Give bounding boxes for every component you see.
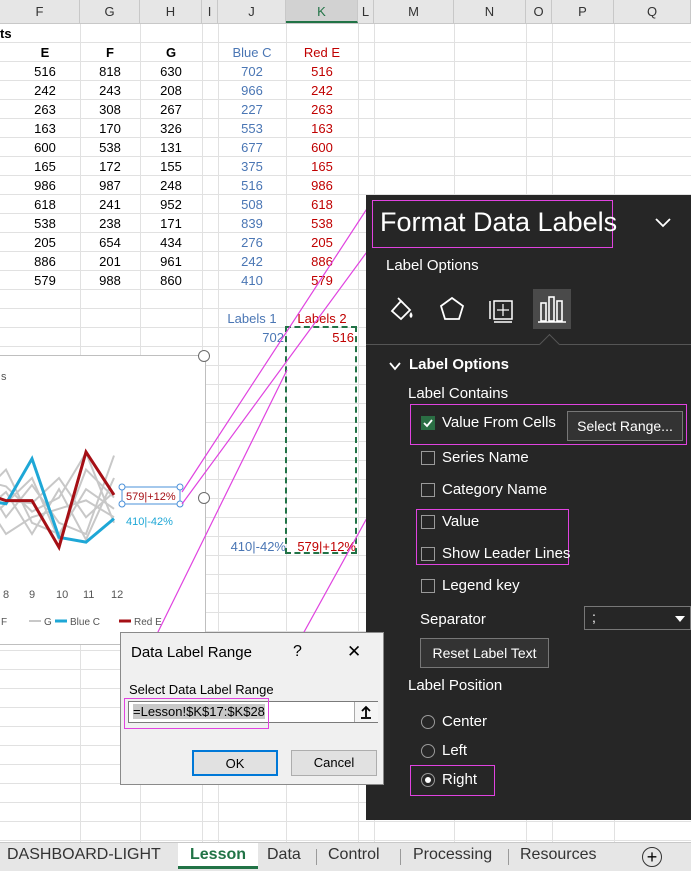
tab-data[interactable]: Data <box>267 843 301 869</box>
value-checkbox[interactable] <box>421 515 435 529</box>
category-name-label[interactable]: Category Name <box>442 481 547 498</box>
dropdown-arrow-icon <box>675 616 685 622</box>
left-radio[interactable] <box>421 744 435 758</box>
left-label[interactable]: Left <box>442 742 467 759</box>
series-name-checkbox[interactable] <box>421 451 435 465</box>
close-icon[interactable]: ✕ <box>347 642 361 662</box>
legend-key-checkbox[interactable] <box>421 579 435 593</box>
add-sheet-button[interactable]: + <box>642 847 662 867</box>
tab-control[interactable]: Control <box>328 843 380 869</box>
chevron-down-icon[interactable] <box>652 211 674 233</box>
label-contains-heading: Label Contains <box>408 385 509 402</box>
right-radio[interactable] <box>421 773 435 787</box>
range-highlight <box>124 698 269 729</box>
tab-processing[interactable]: Processing <box>413 843 492 869</box>
dialog-title: Data Label Range <box>131 644 252 661</box>
effects-pentagon-icon[interactable] <box>436 293 468 325</box>
sheet-tab-bar: DASHBOARD-LIGHT Lesson Data Control Proc… <box>0 842 691 871</box>
value-from-cells-label[interactable]: Value From Cells <box>442 414 556 431</box>
value-from-cells-checkbox[interactable] <box>421 416 435 430</box>
reset-label-text-button[interactable]: Reset Label Text <box>420 638 549 668</box>
fill-line-icon[interactable] <box>386 293 418 325</box>
label-position-heading: Label Position <box>408 677 503 694</box>
divider <box>366 344 691 345</box>
label-options-bar-chart-icon[interactable] <box>533 289 571 329</box>
select-range-button[interactable]: Select Range... <box>567 411 683 441</box>
tab-dashboard-light[interactable]: DASHBOARD-LIGHT <box>7 843 161 869</box>
center-label[interactable]: Center <box>442 713 487 730</box>
tab-separator <box>508 849 509 865</box>
legend-key-label[interactable]: Legend key <box>442 577 520 594</box>
tab-pointer <box>538 333 561 356</box>
tab-lesson[interactable]: Lesson <box>178 843 259 869</box>
show-leader-lines-label[interactable]: Show Leader Lines <box>442 545 570 562</box>
dialog-prompt: Select Data Label Range <box>129 682 274 697</box>
value-label[interactable]: Value <box>442 513 479 530</box>
pane-title: Format Data Labels <box>380 207 618 237</box>
tab-resources[interactable]: Resources <box>520 843 596 869</box>
tab-separator <box>316 849 317 865</box>
cancel-button[interactable]: Cancel <box>291 750 377 776</box>
category-name-checkbox[interactable] <box>421 483 435 497</box>
right-label[interactable]: Right <box>442 771 477 788</box>
collapse-dialog-icon[interactable] <box>354 702 378 722</box>
help-icon[interactable]: ? <box>293 643 302 661</box>
separator-value: ; <box>592 609 596 625</box>
pane-subtitle[interactable]: Label Options <box>386 257 479 274</box>
separator-label: Separator <box>420 611 486 628</box>
size-properties-icon[interactable] <box>486 293 518 325</box>
show-leader-lines-checkbox[interactable] <box>421 547 435 561</box>
data-label-range-dialog: Data Label Range ? ✕ Select Data Label R… <box>120 632 384 785</box>
separator-dropdown[interactable]: ; <box>584 606 691 630</box>
tab-separator <box>400 849 401 865</box>
section-label-options[interactable]: Label Options <box>409 356 509 373</box>
center-radio[interactable] <box>421 715 435 729</box>
format-data-labels-pane: Format Data Labels Label Options Label O… <box>366 195 691 820</box>
section-chevron-icon[interactable] <box>388 359 402 373</box>
series-name-label[interactable]: Series Name <box>442 449 529 466</box>
ok-button[interactable]: OK <box>192 750 278 776</box>
